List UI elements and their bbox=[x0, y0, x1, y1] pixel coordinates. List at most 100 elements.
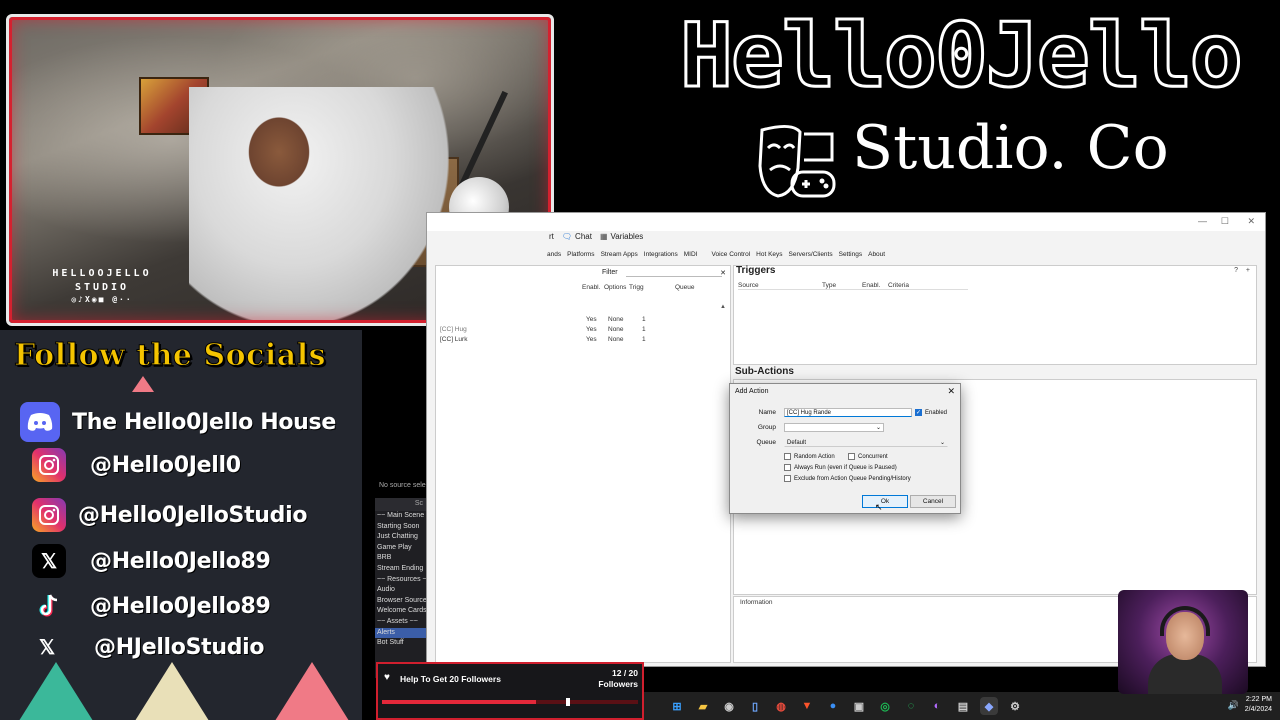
exclude-label: Exclude from Action Queue Pending/Histor… bbox=[794, 475, 911, 482]
col-options[interactable]: Options bbox=[604, 284, 629, 291]
chrome-icon[interactable]: ◍ bbox=[772, 697, 790, 715]
minimize-icon[interactable]: — bbox=[1198, 216, 1207, 226]
col-criteria[interactable]: Criteria bbox=[888, 282, 909, 289]
webcam-brand-line2: STUDIO bbox=[74, 282, 130, 293]
menu-item[interactable]: Hot Keys bbox=[756, 251, 782, 258]
menu-item[interactable]: Voice Control bbox=[711, 251, 750, 258]
start-icon[interactable]: ⊞ bbox=[668, 697, 686, 715]
maximize-icon[interactable]: ☐ bbox=[1221, 216, 1229, 227]
enabled-checkbox[interactable]: ✓ Enabled bbox=[915, 409, 947, 416]
document-icon[interactable]: ▯ bbox=[746, 697, 764, 715]
file-explorer-icon[interactable]: ▰ bbox=[694, 697, 712, 715]
menu-item[interactable]: Platforms bbox=[567, 251, 594, 258]
action-row[interactable]: [CC] Hug Yes None 1 bbox=[440, 326, 646, 333]
checkbox-box bbox=[784, 453, 791, 460]
name-input[interactable]: [CC] Hug Rande bbox=[784, 408, 912, 417]
scene-item[interactable]: BRB bbox=[375, 553, 428, 564]
help-icon[interactable]: ? bbox=[1234, 267, 1238, 274]
tab-variables[interactable]: ▦ Variables bbox=[600, 232, 643, 241]
social-x-2[interactable]: 𝕏 @HJelloStudio bbox=[30, 630, 265, 664]
concurrent-checkbox[interactable]: Concurrent bbox=[848, 453, 888, 460]
exclude-checkbox[interactable]: Exclude from Action Queue Pending/Histor… bbox=[784, 475, 911, 482]
menu-item[interactable]: Servers/Clients bbox=[789, 251, 833, 258]
social-x-1[interactable]: 𝕏 @Hello0Jello89 bbox=[32, 544, 271, 578]
messenger-icon[interactable]: ◐ bbox=[928, 697, 946, 715]
col-type[interactable]: Type bbox=[822, 282, 862, 289]
menu-item[interactable]: Settings bbox=[839, 251, 863, 258]
spotify-icon[interactable]: ◎ bbox=[876, 697, 894, 715]
social-discord[interactable]: The Hello0Jello House bbox=[20, 402, 336, 442]
scene-item[interactable]: Browser Source bbox=[375, 596, 428, 607]
random-action-checkbox[interactable]: Random Action bbox=[784, 453, 835, 460]
brave-icon[interactable]: ▼ bbox=[798, 697, 816, 715]
scene-item[interactable]: Audio bbox=[375, 585, 428, 596]
webcam-brand: HELLOOJELLO STUDIO ◎♪X◉■ @·· bbox=[42, 268, 162, 304]
whatsapp-icon[interactable]: ◌ bbox=[902, 697, 920, 715]
scene-item[interactable]: Stream Ending bbox=[375, 564, 428, 575]
checkbox-box bbox=[784, 475, 791, 482]
variables-icon: ▦ bbox=[599, 232, 608, 241]
browser-icon[interactable]: ● bbox=[824, 697, 842, 715]
action-name: [CC] Lurk bbox=[440, 336, 468, 343]
settings-icon[interactable]: ⚙ bbox=[1006, 697, 1024, 715]
scene-item[interactable]: ~~ Main Scene bbox=[375, 511, 428, 522]
socials-panel: Follow the Socials The Hello0Jello House… bbox=[0, 330, 362, 720]
tab-rt[interactable]: rt bbox=[549, 232, 554, 241]
goal-count-value: 12 / 20 bbox=[612, 668, 638, 678]
terminal-icon[interactable]: ▤ bbox=[954, 697, 972, 715]
clock[interactable]: 2:22 PM 2/4/2024 bbox=[1245, 695, 1272, 715]
social-instagram-2[interactable]: @Hello0JelloStudio bbox=[32, 498, 307, 532]
enabled-label: Enabled bbox=[925, 409, 948, 416]
brand-title: Hello0Jello bbox=[679, 4, 1245, 107]
action-name: [CC] Hug bbox=[440, 326, 467, 333]
col-queue[interactable]: Queue bbox=[675, 284, 695, 291]
app-icon[interactable]: ▣ bbox=[850, 697, 868, 715]
action-enabled: Yes bbox=[586, 336, 597, 343]
dialog-close-icon[interactable]: ✕ bbox=[947, 386, 955, 397]
action-options: None bbox=[608, 326, 624, 333]
group-select[interactable]: ⌄ bbox=[784, 423, 884, 432]
decor-triangle bbox=[132, 376, 154, 392]
tab-chat[interactable]: 🗨 Chat bbox=[562, 232, 592, 241]
scene-item[interactable]: Welcome Cards bbox=[375, 606, 428, 617]
subactions-title: Sub-Actions bbox=[735, 366, 794, 377]
information-label: Information bbox=[740, 599, 773, 606]
cancel-button[interactable]: Cancel bbox=[910, 495, 956, 508]
scene-item[interactable]: ~~ Assets ~~ bbox=[375, 617, 428, 628]
action-row[interactable]: [CC] Lurk Yes None 1 bbox=[440, 336, 646, 343]
menu-item[interactable]: Integrations bbox=[644, 251, 678, 258]
col-source[interactable]: Source bbox=[738, 282, 822, 289]
menu-item[interactable]: About bbox=[868, 251, 885, 258]
queue-select[interactable]: Default ⌄ bbox=[784, 438, 948, 447]
scene-item-selected[interactable]: Alerts bbox=[375, 627, 428, 639]
scene-item[interactable]: ~~ Resources ~ bbox=[375, 575, 428, 586]
social-tiktok[interactable]: @Hello0Jello89 bbox=[32, 589, 271, 623]
obs-icon[interactable]: ◉ bbox=[720, 697, 738, 715]
clear-filter-icon[interactable]: ✕ bbox=[720, 269, 726, 277]
scene-item[interactable]: Just Chatting bbox=[375, 532, 428, 543]
ok-button[interactable]: Ok bbox=[862, 495, 908, 508]
speaker-icon[interactable]: 🔊 bbox=[1228, 700, 1239, 711]
close-icon[interactable]: ✕ bbox=[1247, 216, 1255, 227]
guest-facecam bbox=[1118, 590, 1248, 694]
menu-item[interactable]: Stream Apps bbox=[601, 251, 638, 258]
action-row[interactable]: Yes None 1 bbox=[440, 316, 646, 323]
filter-label: Filter bbox=[602, 269, 618, 276]
always-run-checkbox[interactable]: Always Run (even if Queue is Paused) bbox=[784, 464, 897, 471]
scene-item[interactable]: Game Play bbox=[375, 543, 428, 554]
social-instagram-1[interactable]: @Hello0Jell0 bbox=[32, 448, 241, 482]
menu-item[interactable]: ands bbox=[547, 251, 561, 258]
scene-item[interactable]: Bot Stuff bbox=[375, 638, 428, 649]
menu-item[interactable]: MIDI bbox=[684, 251, 698, 258]
collapse-icon[interactable]: ▲ bbox=[720, 304, 726, 310]
theater-mask-gamepad-icon bbox=[758, 125, 836, 198]
filter-input[interactable] bbox=[626, 268, 722, 277]
col-enabled[interactable]: Enabl. bbox=[862, 282, 888, 289]
streamerbot-icon[interactable]: ◆ bbox=[980, 697, 998, 715]
scene-item[interactable]: Starting Soon bbox=[375, 522, 428, 533]
add-icon[interactable]: + bbox=[1246, 267, 1250, 274]
col-enabled[interactable]: Enabl. bbox=[582, 284, 604, 291]
triggers-panel: Triggers ? + Source Type Enabl. Criteria bbox=[733, 265, 1257, 365]
instagram-icon bbox=[32, 498, 66, 532]
col-triggers[interactable]: Trigg bbox=[629, 284, 675, 291]
